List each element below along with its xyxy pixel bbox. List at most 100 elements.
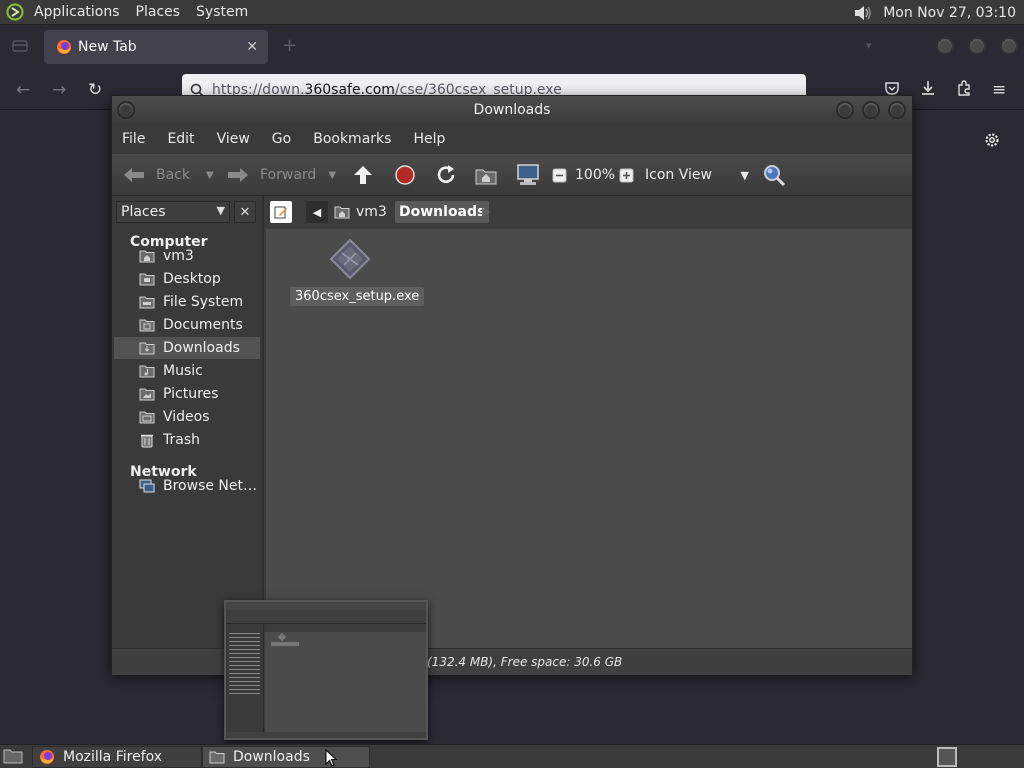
sidebar-item-trash[interactable]: Trash bbox=[114, 429, 260, 451]
path-crumb-downloads[interactable]: Downloads bbox=[395, 201, 490, 223]
tab-list-icon[interactable] bbox=[12, 39, 28, 53]
menu-bookmarks[interactable]: Bookmarks bbox=[313, 131, 391, 147]
path-left-arrow-icon[interactable]: ◀ bbox=[306, 201, 328, 223]
window-menu-button[interactable] bbox=[117, 101, 135, 119]
close-sidebar-icon[interactable]: ✕ bbox=[234, 201, 256, 223]
top-panel: Applications Places System Mon Nov 27, 0… bbox=[0, 0, 1024, 25]
zoom-in-button[interactable] bbox=[619, 154, 634, 196]
workspace-switcher[interactable] bbox=[937, 747, 957, 767]
network-icon bbox=[138, 478, 156, 494]
sidebar: Places ▼ ✕ Computer vm3 Desktop File Sys… bbox=[112, 196, 264, 648]
search-button[interactable] bbox=[762, 154, 786, 196]
window-preview-thumbnail[interactable] bbox=[224, 600, 428, 740]
hamburger-menu-icon[interactable]: ≡ bbox=[992, 80, 1006, 100]
places-menu[interactable]: Places bbox=[136, 4, 181, 20]
volume-icon[interactable] bbox=[853, 4, 873, 22]
sidebar-item-documents[interactable]: Documents bbox=[114, 314, 260, 336]
path-bar: ◀ vm3 Downloads ▶ bbox=[266, 196, 912, 229]
downloads-icon[interactable] bbox=[920, 80, 936, 96]
sidebar-type-select[interactable]: Places ▼ bbox=[116, 201, 230, 223]
system-menu[interactable]: System bbox=[196, 4, 248, 20]
stop-button[interactable] bbox=[394, 154, 416, 196]
firefox-icon bbox=[56, 39, 72, 55]
toolbar: Back ▼ Forward ▼ 100% Icon View ▼ bbox=[112, 154, 912, 196]
tab-new-tab[interactable]: New Tab ✕ bbox=[44, 30, 268, 64]
menu-go[interactable]: Go bbox=[272, 131, 291, 147]
extensions-icon[interactable] bbox=[956, 80, 972, 96]
sidebar-item-music[interactable]: Music bbox=[114, 360, 260, 382]
path-right-arrow-icon[interactable]: ▶ bbox=[482, 205, 490, 218]
menu-view[interactable]: View bbox=[217, 131, 250, 147]
sidebar-item-videos[interactable]: Videos bbox=[114, 406, 260, 428]
show-desktop-icon[interactable] bbox=[3, 748, 23, 764]
trash-icon bbox=[138, 432, 156, 448]
tab-title: New Tab bbox=[78, 39, 137, 55]
back-history-arrow-icon[interactable]: ▼ bbox=[206, 170, 214, 181]
minimize-button[interactable] bbox=[836, 101, 854, 119]
home-folder-icon bbox=[138, 248, 156, 264]
list-all-tabs-icon[interactable]: ▾ bbox=[866, 39, 872, 52]
folder-icon bbox=[138, 409, 156, 425]
tab-close-icon[interactable]: ✕ bbox=[246, 39, 258, 55]
forward-history-arrow-icon[interactable]: ▼ bbox=[328, 170, 336, 181]
sidebar-item-browse-network[interactable]: Browse Net… bbox=[114, 475, 260, 497]
menu-file[interactable]: File bbox=[122, 131, 145, 147]
menu-help[interactable]: Help bbox=[413, 131, 445, 147]
close-button[interactable] bbox=[1000, 37, 1018, 55]
up-button[interactable] bbox=[352, 154, 374, 196]
back-arrow-icon[interactable]: ← bbox=[16, 80, 30, 100]
menu-edit[interactable]: Edit bbox=[167, 131, 194, 147]
back-arrow-icon bbox=[122, 166, 146, 184]
search-icon bbox=[762, 163, 786, 187]
taskbar-item-firefox[interactable]: Mozilla Firefox bbox=[32, 746, 202, 768]
up-arrow-icon bbox=[352, 164, 374, 186]
desktop-folder-icon bbox=[138, 271, 156, 287]
home-folder-icon bbox=[475, 165, 497, 185]
reload-icon[interactable]: ↻ bbox=[88, 80, 102, 100]
forward-arrow-icon[interactable]: → bbox=[52, 80, 66, 100]
maximize-button[interactable] bbox=[968, 37, 986, 55]
computer-icon bbox=[516, 164, 540, 186]
computer-button[interactable] bbox=[516, 154, 540, 196]
sidebar-item-file-system[interactable]: File System bbox=[114, 291, 260, 313]
status-text: (132.4 MB), Free space: 30.6 GB bbox=[427, 655, 623, 669]
clock[interactable]: Mon Nov 27, 03:10 bbox=[883, 5, 1016, 21]
sidebar-item-downloads[interactable]: Downloads bbox=[114, 337, 260, 359]
new-tab-plus-icon[interactable]: + bbox=[282, 35, 297, 56]
forward-button[interactable]: Forward ▼ bbox=[226, 154, 336, 196]
sidebar-item-vm3[interactable]: vm3 bbox=[114, 245, 260, 267]
firefox-tab-bar: New Tab ✕ + ▾ bbox=[0, 25, 1024, 69]
maximize-button[interactable] bbox=[862, 101, 880, 119]
executable-file-icon[interactable] bbox=[328, 237, 372, 281]
folder-icon bbox=[138, 363, 156, 379]
zoom-out-button[interactable] bbox=[552, 154, 567, 196]
drive-icon bbox=[138, 294, 156, 310]
taskbar-item-downloads[interactable]: Downloads bbox=[202, 746, 370, 768]
pocket-icon[interactable] bbox=[884, 80, 900, 96]
edit-location-icon[interactable] bbox=[270, 201, 292, 223]
home-button[interactable] bbox=[475, 154, 497, 196]
applications-menu[interactable]: Applications bbox=[34, 4, 120, 20]
file-manager-body: Places ▼ ✕ Computer vm3 Desktop File Sys… bbox=[112, 196, 912, 648]
minimize-button[interactable] bbox=[936, 37, 954, 55]
mate-logo-icon[interactable] bbox=[2, 0, 28, 25]
icon-view[interactable]: 360csex_setup.exe bbox=[266, 229, 912, 648]
folder-icon bbox=[138, 317, 156, 333]
reload-button[interactable] bbox=[435, 154, 457, 196]
zoom-level[interactable]: 100% bbox=[575, 154, 615, 196]
sidebar-item-desktop[interactable]: Desktop bbox=[114, 268, 260, 290]
back-button[interactable]: Back ▼ bbox=[122, 154, 214, 196]
view-mode-select[interactable]: Icon View ▼ bbox=[645, 154, 749, 196]
window-title: Downloads bbox=[473, 102, 551, 118]
gear-icon[interactable] bbox=[984, 132, 1000, 148]
bottom-panel: Mozilla Firefox Downloads bbox=[0, 744, 1024, 768]
close-button[interactable] bbox=[888, 101, 906, 119]
forward-arrow-icon bbox=[226, 166, 250, 184]
file-name-label[interactable]: 360csex_setup.exe bbox=[290, 287, 425, 306]
zoom-out-icon bbox=[552, 168, 567, 183]
window-titlebar[interactable]: Downloads bbox=[112, 96, 912, 124]
sidebar-item-pictures[interactable]: Pictures bbox=[114, 383, 260, 405]
stop-icon bbox=[394, 164, 416, 186]
folder-icon bbox=[138, 386, 156, 402]
path-crumb-vm3[interactable]: vm3 bbox=[334, 201, 387, 223]
